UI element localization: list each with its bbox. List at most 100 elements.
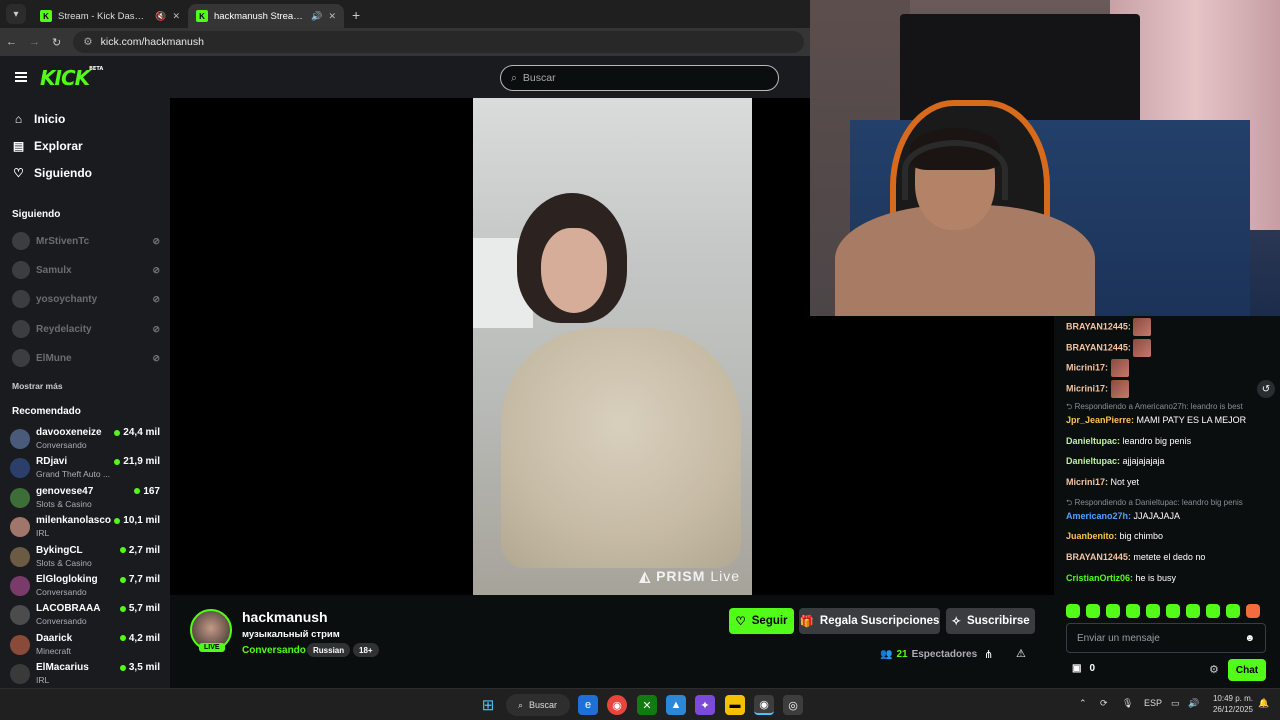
forward-icon[interactable]: → [29,36,40,48]
chat-message[interactable]: Danieltupac: ajjajajajaja [1066,455,1271,467]
recommended-item[interactable]: genovese47 Slots & Casino 167 [10,485,160,511]
gift-subs-button[interactable]: 🎁 Regala Suscripciones [799,608,940,634]
tray-overflow-icon[interactable]: ⌃ [1079,698,1087,709]
tag-mature[interactable]: 18+ [353,643,379,657]
share-icon[interactable]: ⋔ [984,648,993,661]
muted-speaker-icon[interactable]: 🔇 [155,11,166,22]
recommended-item[interactable]: ElMacarius IRL 3,5 mil [10,661,160,687]
emote-icon[interactable] [1226,604,1240,618]
chat-username[interactable]: BRAYAN12445: [1066,552,1131,562]
chat-message[interactable]: Micrini17: [1066,359,1271,378]
chat-settings-icon[interactable]: ⚙ [1209,663,1219,676]
photos-icon[interactable]: ▲ [666,695,686,715]
emote-icon[interactable] [1206,604,1220,618]
following-item[interactable]: yosoychanty ⊘ [12,290,160,308]
scroll-back-icon[interactable]: ↺ [1257,380,1275,398]
chat-message[interactable]: Jpr_JeanPierre: MAMI PATY ES LA MEJOR [1066,414,1271,426]
notification-icon[interactable]: 🔔 [1258,698,1269,709]
tag-language[interactable]: Russian [307,643,351,657]
reload-icon[interactable]: ↻ [52,36,61,49]
chat-username[interactable]: CristianOrtiz06: [1066,573,1133,583]
recommended-item[interactable]: ElGlogloking Conversando 7,7 mil [10,573,160,599]
channel-name[interactable]: hackmanush [242,609,328,625]
chat-username[interactable]: Jpr_JeanPierre: [1066,415,1134,425]
chat-message[interactable]: Danieltupac: leandro big penis [1066,435,1271,447]
chat-message[interactable]: Americano27h: JJAJAJAJA [1066,510,1271,522]
emote-icon[interactable] [1146,604,1160,618]
following-item[interactable]: Reydelacity ⊘ [12,320,160,338]
close-tab-icon[interactable]: ✕ [172,11,180,22]
chrome-icon[interactable]: ◉ [607,695,627,715]
emote-icon[interactable] [1166,604,1180,618]
xbox-icon[interactable]: ✕ [637,695,657,715]
clock[interactable]: 10:49 p. m. 26/12/2025 [1207,693,1253,715]
chat-message[interactable]: BRAYAN12445: metete el dedo no [1066,551,1271,563]
chat-message[interactable]: Micrini17: Not yet [1066,476,1271,488]
obs-icon[interactable]: ◎ [783,695,803,715]
chat-message[interactable]: BRAYAN12445: [1066,338,1271,357]
url-field[interactable]: ⚙ kick.com/hackmanush [73,31,804,53]
send-chat-button[interactable]: Chat [1228,659,1266,681]
emote-icon[interactable] [1086,604,1100,618]
recommended-item[interactable]: LACOBRAAA Conversando 5,7 mil [10,602,160,628]
back-icon[interactable]: ← [6,36,17,48]
following-item[interactable]: Samulx ⊘ [12,261,160,279]
chrome-active-icon[interactable]: ◉ [754,695,774,715]
microphone-icon[interactable]: 🎙 [1122,698,1133,709]
channel-points[interactable]: ▣ 0 [1072,663,1095,674]
volume-icon[interactable]: 🔊 [1188,698,1199,709]
language-indicator[interactable]: ESP [1144,698,1162,708]
speaker-icon[interactable]: 🔊 [311,11,322,22]
stream-category[interactable]: Conversando [242,645,306,656]
edge-icon[interactable]: e [578,695,598,715]
copilot-icon[interactable]: ✦ [695,695,715,715]
search-input[interactable]: ⌕ Buscar [500,65,779,91]
recommended-item[interactable]: RDjavi Grand Theft Auto ... 21,9 mil [10,455,160,481]
recommended-item[interactable]: BykingCL Slots & Casino 2,7 mil [10,544,160,570]
following-item[interactable]: ElMune ⊘ [12,349,160,367]
report-icon[interactable]: ⚠ [1016,647,1026,660]
sync-icon[interactable]: ⟳ [1100,698,1108,709]
follow-button[interactable]: ♡ Seguir [729,608,794,634]
recommended-item[interactable]: davooxeneize Conversando 24,4 mil [10,426,160,452]
menu-icon[interactable] [15,72,27,82]
browser-tab-1[interactable]: K hackmanush Stream - Watch 🔊 ✕ [188,4,344,28]
nav-inicio[interactable]: ⌂ Inicio [12,112,65,126]
following-item[interactable]: MrStivenTc ⊘ [12,232,160,250]
chat-username[interactable]: BRAYAN12445: [1066,342,1131,352]
windows-start-icon[interactable]: ⊞ [478,695,498,715]
nav-siguiendo[interactable]: ♡ Siguiendo [12,166,92,180]
chat-username[interactable]: Micrini17: [1066,477,1108,487]
emote-icon[interactable] [1106,604,1120,618]
chat-message[interactable]: BRAYAN12445: [1066,318,1271,336]
subscribe-button[interactable]: ✧ Suscribirse [946,608,1035,634]
recommended-item[interactable]: milenkanolasco IRL 10,1 mil [10,514,160,540]
taskbar-search[interactable]: ⌕ Buscar [506,694,570,716]
chat-username[interactable]: Juanbenito: [1066,531,1117,541]
chat-username[interactable]: Danieltupac: [1066,456,1120,466]
close-tab-icon[interactable]: ✕ [328,11,336,22]
chat-message[interactable]: CristianOrtiz06: he is busy [1066,572,1271,584]
chat-username[interactable]: Danieltupac: [1066,436,1120,446]
recommended-item[interactable]: Daarick Minecraft 4,2 mil [10,632,160,658]
nav-explorar[interactable]: ▤ Explorar [12,139,83,153]
chat-username[interactable]: BRAYAN12445: [1066,321,1131,331]
show-more-link[interactable]: Mostrar más [12,381,63,391]
chat-message[interactable]: Micrini17: [1066,380,1271,399]
emote-icon[interactable] [1126,604,1140,618]
file-explorer-icon[interactable]: ▬ [725,695,745,715]
emoji-icon[interactable]: ☻ [1244,633,1255,644]
emote-icon[interactable] [1186,604,1200,618]
chat-input[interactable]: Enviar un mensaje ☻ [1066,623,1266,653]
tab-search-button[interactable]: ▾ [6,4,26,24]
chat-username[interactable]: Micrini17: [1066,363,1108,373]
chat-message[interactable]: Juanbenito: big chimbo [1066,530,1271,542]
network-icon[interactable]: ▭ [1171,698,1180,709]
new-tab-button[interactable]: + [352,7,360,23]
browser-tab-0[interactable]: K Stream - Kick Dashboard 🔇 ✕ [32,4,188,28]
chat-username[interactable]: Americano27h: [1066,511,1131,521]
video-frame[interactable]: ◭ PRISM Live [473,98,752,595]
chat-username[interactable]: Micrini17: [1066,383,1108,393]
emote-icon[interactable] [1246,604,1260,618]
kick-logo[interactable]: KICKBETA [40,66,103,90]
